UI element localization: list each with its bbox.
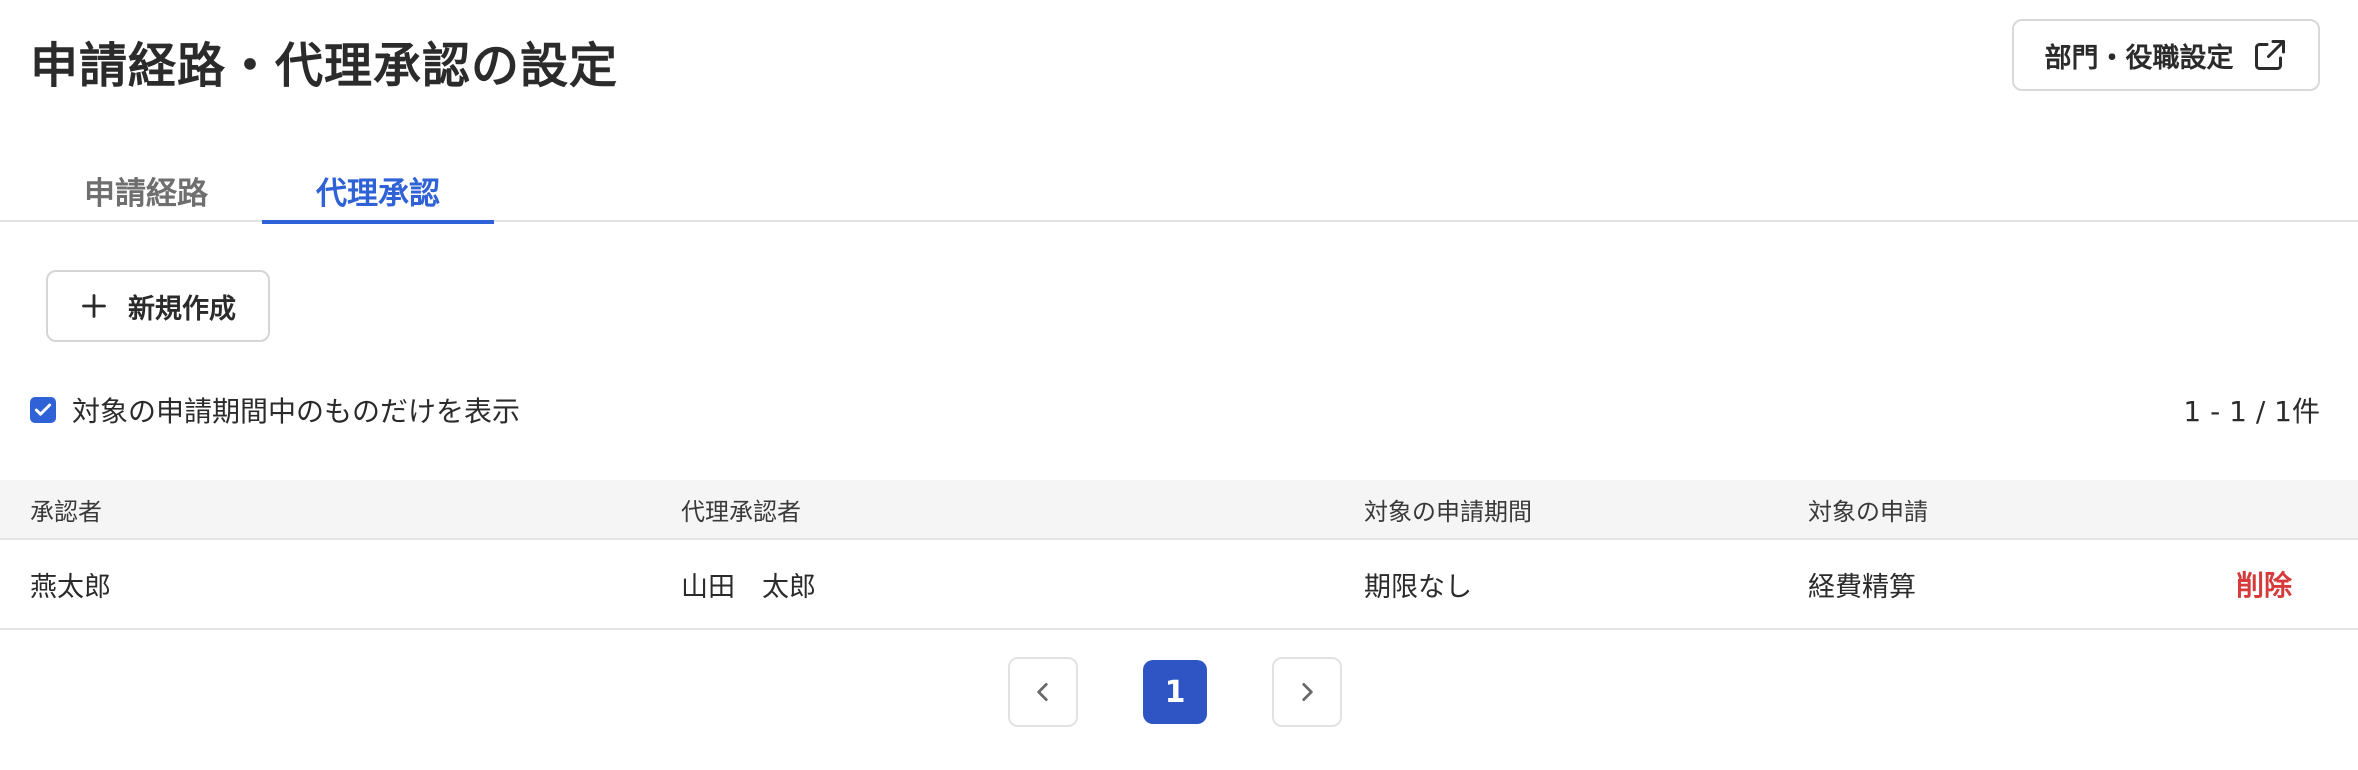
department-role-settings-button[interactable]: 部門・役職設定 bbox=[2012, 19, 2320, 91]
result-count: 1 - 1 / 1件 bbox=[2183, 395, 2320, 428]
column-header-period: 対象の申請期間 bbox=[1364, 497, 1532, 526]
page-title: 申請経路・代理承認の設定 bbox=[30, 38, 619, 94]
active-period-label: 対象の申請期間中のものだけを表示 bbox=[72, 395, 521, 428]
column-header-proxy-approver: 代理承認者 bbox=[681, 497, 801, 526]
chevron-left-icon bbox=[1037, 683, 1048, 701]
active-period-checkbox[interactable] bbox=[30, 397, 56, 423]
create-new-label: 新規作成 bbox=[128, 293, 236, 325]
chevron-right-icon bbox=[1302, 683, 1313, 701]
checkmark-icon bbox=[34, 403, 52, 416]
next-page-button[interactable] bbox=[1272, 657, 1342, 727]
tab-bar: 申請経路 代理承認 bbox=[0, 158, 2358, 224]
column-header-approver: 承認者 bbox=[30, 497, 102, 526]
column-header-target: 対象の申請 bbox=[1808, 497, 1928, 526]
tab-proxy-approval[interactable]: 代理承認 bbox=[262, 158, 494, 224]
table-row: 燕太郎 山田 太郎 期限なし 経費精算 削除 bbox=[0, 540, 2358, 630]
cell-target: 経費精算 bbox=[1808, 571, 1916, 603]
active-period-filter[interactable]: 対象の申請期間中のものだけを表示 bbox=[30, 390, 520, 430]
previous-page-button[interactable] bbox=[1008, 657, 1078, 727]
table-header: 承認者 代理承認者 対象の申請期間 対象の申請 bbox=[0, 480, 2358, 540]
create-new-button[interactable]: 新規作成 bbox=[46, 270, 270, 342]
proxy-approval-settings-page: 申請経路・代理承認の設定 部門・役職設定 申請経路 代理承認 新規作成 対象の申… bbox=[0, 0, 2358, 770]
tab-application-route[interactable]: 申請経路 bbox=[56, 158, 236, 222]
cell-approver: 燕太郎 bbox=[30, 571, 111, 603]
external-link-icon bbox=[2254, 40, 2285, 70]
cell-period: 期限なし bbox=[1364, 571, 1472, 603]
delete-button[interactable]: 削除 bbox=[2236, 540, 2292, 628]
department-role-settings-label: 部門・役職設定 bbox=[2044, 42, 2234, 74]
page-number-current[interactable]: 1 bbox=[1143, 660, 1207, 724]
cell-proxy-approver: 山田 太郎 bbox=[681, 571, 816, 603]
plus-icon bbox=[82, 294, 106, 318]
